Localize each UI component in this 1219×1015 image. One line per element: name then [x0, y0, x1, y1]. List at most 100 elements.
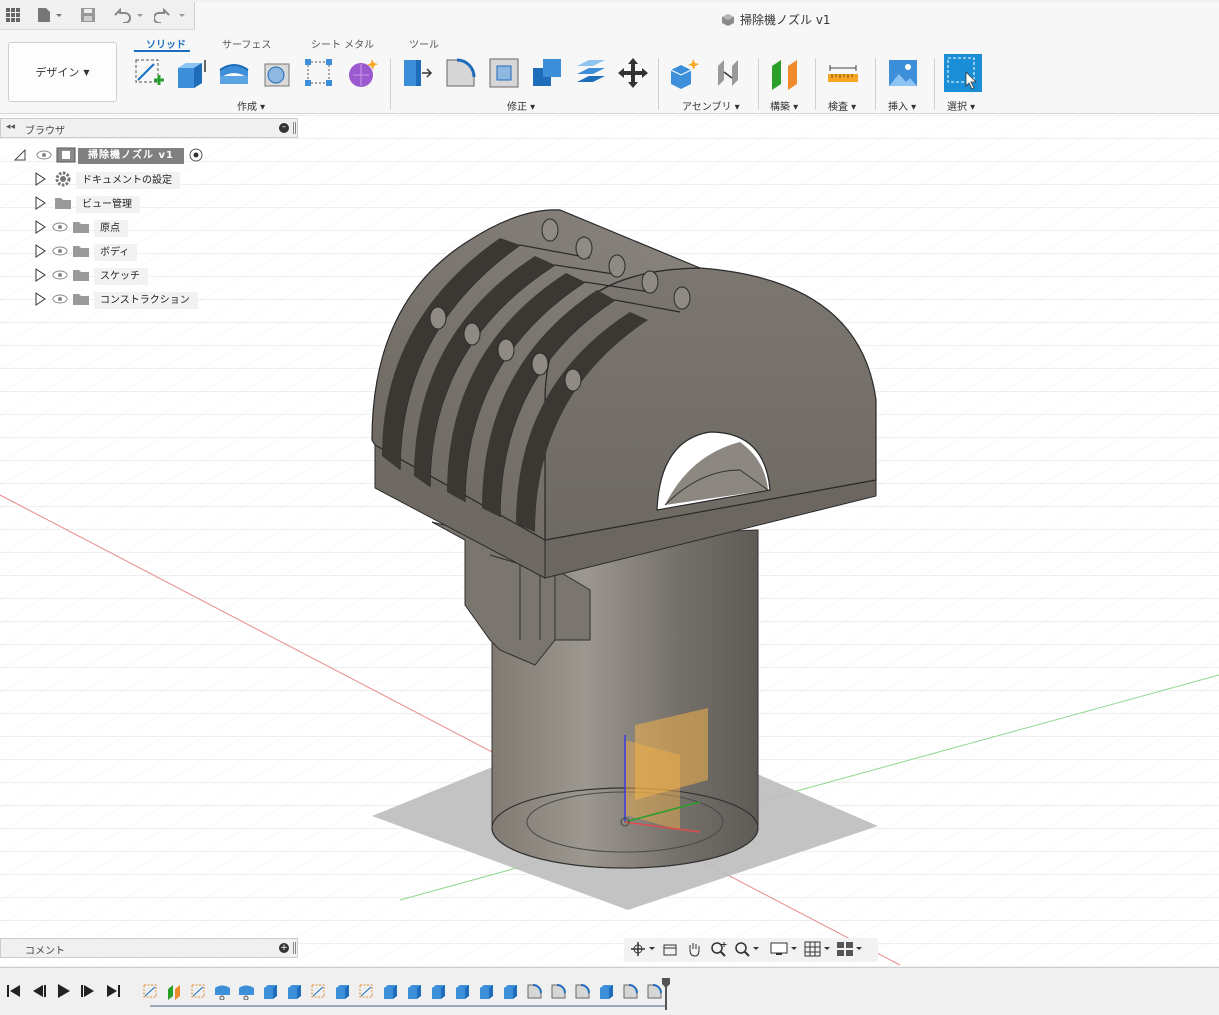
timeline-extrude-icon[interactable]: [262, 983, 279, 1000]
apps-grid-icon[interactable]: [6, 6, 20, 24]
browser-item-document-settings[interactable]: ドキュメントの設定: [34, 171, 180, 189]
go-to-end-icon[interactable]: [105, 983, 121, 999]
visibility-eye-icon[interactable]: [52, 293, 68, 308]
new-component-icon[interactable]: [668, 56, 702, 90]
redo-icon[interactable]: [154, 6, 188, 24]
3d-viewport[interactable]: [0, 115, 1219, 967]
play-icon[interactable]: [55, 983, 71, 999]
assemble-group-label[interactable]: アセンブリ ▾: [682, 98, 740, 113]
timeline-fillet-icon[interactable]: [646, 983, 663, 1000]
combine-icon[interactable]: [530, 56, 564, 90]
browser-item-bodies[interactable]: ボディ: [34, 243, 138, 261]
save-icon[interactable]: [80, 6, 96, 24]
document-tab[interactable]: 掃除機ノズル v1: [194, 2, 1219, 32]
visibility-eye-icon[interactable]: [52, 269, 68, 284]
expand-triangle-icon[interactable]: [34, 195, 46, 213]
timeline-fillet-icon[interactable]: [622, 983, 639, 1000]
create-group-label[interactable]: 作成 ▾: [237, 98, 265, 113]
timeline-fillet-icon[interactable]: [574, 983, 591, 1000]
offset-face-icon[interactable]: [574, 56, 608, 90]
zoom-icon[interactable]: [710, 941, 728, 960]
browser-item-sketches[interactable]: スケッチ: [34, 267, 148, 285]
extrude-icon[interactable]: [174, 56, 208, 90]
timeline-sketch-icon[interactable]: [310, 983, 327, 1000]
measure-icon[interactable]: [826, 56, 860, 90]
expand-triangle-icon[interactable]: [34, 267, 46, 285]
create-form-icon[interactable]: [345, 56, 379, 90]
move-copy-icon[interactable]: [616, 56, 650, 90]
timeline-extrude-icon[interactable]: [502, 983, 519, 1000]
plus-circle-icon[interactable]: +: [279, 943, 289, 953]
browser-root-row[interactable]: 掃除機ノズル v1: [13, 147, 204, 166]
orbit-icon[interactable]: [630, 941, 656, 960]
undo-icon[interactable]: [112, 6, 146, 24]
browser-item-named-views[interactable]: ビュー管理: [34, 195, 140, 213]
go-to-start-icon[interactable]: [6, 983, 22, 999]
fillet-icon[interactable]: [444, 56, 478, 90]
timeline-extrude-icon[interactable]: [286, 983, 303, 1000]
timeline-sketch-icon[interactable]: [142, 983, 159, 1000]
pan-hand-icon[interactable]: [686, 941, 702, 960]
timeline-extrude-icon[interactable]: [478, 983, 495, 1000]
visibility-eye-icon[interactable]: [52, 221, 68, 236]
inspect-group-label[interactable]: 検査 ▾: [828, 98, 856, 113]
minus-circle-icon[interactable]: –: [279, 123, 289, 133]
expand-triangle-icon[interactable]: [34, 243, 46, 261]
select-tool-icon[interactable]: [944, 54, 982, 92]
offset-plane-icon[interactable]: [768, 56, 802, 90]
select-group-label[interactable]: 選択 ▾: [947, 98, 975, 113]
shell-icon[interactable]: [487, 56, 521, 90]
grid-settings-icon[interactable]: [804, 941, 832, 960]
timeline-fillet-icon[interactable]: [550, 983, 567, 1000]
tab-sheet-metal[interactable]: シート メタル: [311, 36, 374, 51]
timeline-extrude-icon[interactable]: [406, 983, 423, 1000]
step-back-icon[interactable]: [31, 983, 47, 999]
timeline-sketch-icon[interactable]: [190, 983, 207, 1000]
zoom-window-icon[interactable]: [734, 941, 760, 960]
pattern-icon[interactable]: [302, 56, 336, 90]
browser-item-origin[interactable]: 原点: [34, 219, 128, 237]
timeline-extrude-icon[interactable]: [382, 983, 399, 1000]
timeline-extrude-icon[interactable]: [598, 983, 615, 1000]
insert-group-label[interactable]: 挿入 ▾: [888, 98, 916, 113]
timeline-extrude-icon[interactable]: [430, 983, 447, 1000]
panel-grip-icon[interactable]: [293, 942, 296, 954]
timeline-marker-handle[interactable]: [662, 978, 670, 1010]
step-forward-icon[interactable]: [80, 983, 96, 999]
timeline-sketch-icon[interactable]: [358, 983, 375, 1000]
visibility-eye-icon[interactable]: [36, 149, 52, 164]
collapse-panel-icon[interactable]: ◂◂: [6, 122, 15, 132]
revolve-icon[interactable]: [217, 56, 251, 90]
browser-item-construction[interactable]: コンストラクション: [34, 291, 198, 309]
tab-tools[interactable]: ツール: [409, 36, 439, 51]
look-at-icon[interactable]: [662, 941, 678, 960]
panel-grip-icon[interactable]: [293, 122, 296, 134]
timeline-revolve-icon[interactable]: [238, 983, 255, 1001]
visibility-eye-icon[interactable]: [52, 245, 68, 260]
create-sketch-icon[interactable]: [132, 56, 166, 90]
comments-panel-header[interactable]: コメント +: [0, 938, 298, 958]
expand-triangle-icon[interactable]: [34, 219, 46, 237]
timeline-extrude-icon[interactable]: [334, 983, 351, 1000]
modify-group-label[interactable]: 修正 ▾: [507, 98, 535, 113]
collapse-triangle-icon[interactable]: [13, 148, 26, 164]
file-menu-icon[interactable]: [36, 6, 64, 24]
expand-triangle-icon[interactable]: [34, 291, 46, 309]
press-pull-icon[interactable]: [400, 56, 434, 90]
model-canvas[interactable]: [0, 115, 1219, 967]
expand-triangle-icon[interactable]: [34, 171, 46, 189]
joint-icon[interactable]: [712, 56, 746, 90]
tab-surface[interactable]: サーフェス: [222, 36, 271, 51]
timeline-revolve-icon[interactable]: [214, 983, 231, 1001]
activate-radio-icon[interactable]: [188, 147, 204, 166]
browser-panel-header[interactable]: ◂◂ ブラウザ –: [0, 118, 298, 138]
viewports-icon[interactable]: [836, 941, 864, 960]
tab-solid[interactable]: ソリッド: [146, 36, 186, 51]
timeline-plane-icon[interactable]: [166, 983, 183, 1000]
insert-image-icon[interactable]: [886, 56, 920, 90]
sphere-box-icon[interactable]: [260, 56, 294, 90]
timeline-fillet-icon[interactable]: [526, 983, 543, 1000]
display-settings-icon[interactable]: [770, 941, 798, 960]
construct-group-label[interactable]: 構築 ▾: [770, 98, 798, 113]
workspace-switcher[interactable]: デザイン ▼: [8, 42, 117, 102]
